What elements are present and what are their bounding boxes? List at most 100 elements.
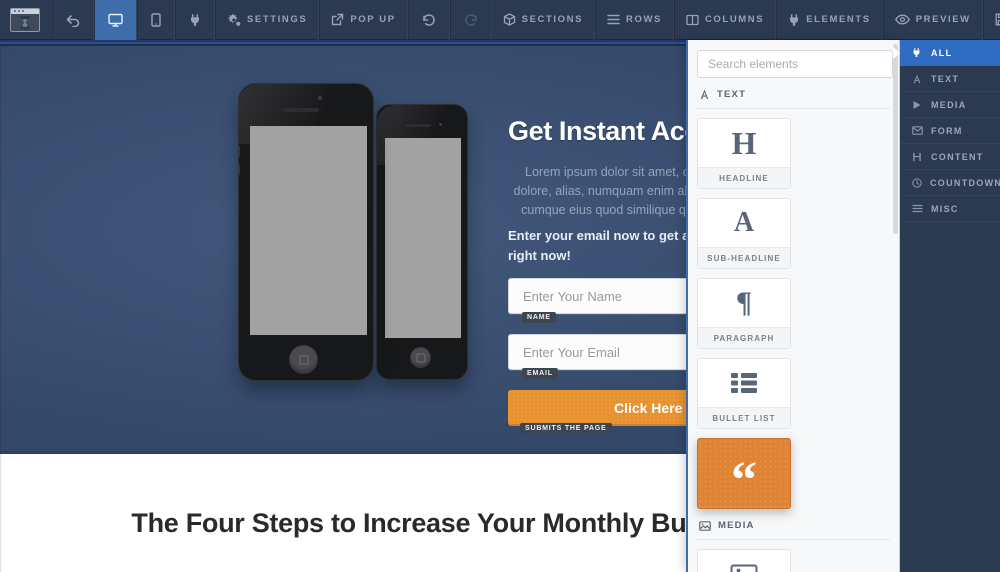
sidebar-item-label: MEDIA <box>931 99 967 110</box>
phone-mockup-back <box>376 104 468 380</box>
sidebar-item-all[interactable]: ALL <box>900 40 1000 66</box>
sidebar-item-label: ALL <box>931 47 953 58</box>
search-input[interactable] <box>697 50 893 78</box>
toolbar-right-group: SECTIONS ROWS COLUMNS ELEMENTS PREVIEW <box>492 0 1000 40</box>
phone-speaker <box>283 108 319 112</box>
sidebar-item-text[interactable]: TEXT <box>900 66 1000 92</box>
save-button[interactable]: SAVE <box>982 0 1000 40</box>
envelope-icon <box>912 126 923 135</box>
sections-label: SECTIONS <box>521 14 584 25</box>
columns-label: COLUMNS <box>704 14 765 25</box>
group-header-text: TEXT <box>697 78 890 109</box>
bullet-list-icon <box>698 359 790 407</box>
letter-a-icon <box>699 89 710 100</box>
element-tile-paragraph[interactable]: ¶ PARAGRAPH <box>697 278 791 349</box>
redo-icon <box>464 13 478 27</box>
desktop-view-button[interactable] <box>94 0 137 40</box>
plug-icon <box>912 47 923 58</box>
sidebar-item-content[interactable]: CONTENT <box>900 144 1000 170</box>
sidebar-item-label: FORM <box>931 125 963 136</box>
tile-label: SUB-HEADLINE <box>698 247 790 268</box>
floppy-icon <box>995 13 1000 26</box>
plug-icon <box>788 13 800 27</box>
phone-home-button <box>410 347 431 368</box>
elements-panel: TEXT H HEADLINE A SUB-HEADLINE ¶ PARAGRA… <box>686 40 900 572</box>
tile-grid-media: IMAGE IMAGE POPUP VIDEO <box>697 549 890 572</box>
phone-home-button <box>289 345 318 374</box>
sections-button[interactable]: SECTIONS <box>492 0 596 40</box>
external-link-icon <box>331 13 344 26</box>
element-tile-sub-headline[interactable]: A SUB-HEADLINE <box>697 198 791 269</box>
element-tile-image[interactable]: IMAGE <box>697 549 791 572</box>
element-tile-quote[interactable]: “ QUOTE <box>697 438 791 509</box>
element-tile-headline[interactable]: H HEADLINE <box>697 118 791 189</box>
phone-mockup-group <box>228 80 468 400</box>
image-icon <box>698 550 790 572</box>
name-field-badge: NAME <box>522 312 556 323</box>
sidebar-item-countdown[interactable]: COUNTDOWN <box>900 170 1000 196</box>
sidebar-item-label: MISC <box>931 203 959 214</box>
phone-speaker <box>405 124 431 127</box>
desktop-icon <box>108 13 123 27</box>
popup-label: POP UP <box>350 14 396 25</box>
tile-label: QUOTE <box>698 507 790 508</box>
popup-button[interactable]: POP UP <box>319 0 408 40</box>
columns-icon <box>686 14 699 26</box>
elements-plug-button[interactable] <box>175 0 215 40</box>
play-triangle-icon <box>912 100 923 110</box>
gears-icon <box>227 13 241 27</box>
sidebar-item-label: TEXT <box>931 73 960 84</box>
rows-button[interactable]: ROWS <box>595 0 674 40</box>
hamburger-icon <box>912 204 923 213</box>
page-builder-app: SETTINGS POP UP SECTIONS ROWS COLUMNS EL… <box>0 0 1000 572</box>
sidebar-item-misc[interactable]: MISC <box>900 196 1000 222</box>
phone-camera <box>439 123 442 126</box>
undo-arrow-icon <box>66 13 80 27</box>
pilcrow-icon: ¶ <box>735 286 753 319</box>
undo-arrow-button[interactable] <box>52 0 94 40</box>
sidebar-item-label: CONTENT <box>931 151 984 162</box>
tile-grid-text: H HEADLINE A SUB-HEADLINE ¶ PARAGRAPH BU… <box>697 118 890 509</box>
sidebar-item-form[interactable]: FORM <box>900 118 1000 144</box>
cta-badge: SUBMITS THE PAGE <box>520 423 612 434</box>
tile-label: HEADLINE <box>698 167 790 188</box>
headline-h-icon: H <box>731 125 757 161</box>
mobile-view-button[interactable] <box>137 0 175 40</box>
elements-button[interactable]: ELEMENTS <box>776 0 883 40</box>
group-label-media: MEDIA <box>718 520 755 531</box>
plug-icon <box>189 13 201 27</box>
subheadline-a-icon: A <box>733 207 755 238</box>
toolbar-left-group: SETTINGS POP UP <box>0 0 492 40</box>
columns-button[interactable]: COLUMNS <box>673 0 777 40</box>
preview-button[interactable]: PREVIEW <box>882 0 983 40</box>
rows-icon <box>607 14 620 25</box>
redo-button[interactable] <box>449 0 492 40</box>
email-field-badge: EMAIL <box>522 368 558 379</box>
revert-button[interactable] <box>407 0 450 40</box>
cube-icon <box>503 13 516 26</box>
phone-screen-placeholder <box>385 138 461 338</box>
quote-marks-icon: “ <box>731 452 757 509</box>
phone-camera <box>318 96 322 100</box>
phone-volume-down <box>238 164 240 175</box>
element-category-nav: ALL TEXT MEDIA FORM CONTENT COUNTDOWN MI… <box>900 40 1000 572</box>
app-logo[interactable] <box>10 7 40 32</box>
revert-icon <box>422 13 436 27</box>
element-tile-bullet-list[interactable]: BULLET LIST <box>697 358 791 429</box>
top-toolbar: SETTINGS POP UP SECTIONS ROWS COLUMNS EL… <box>0 0 1000 40</box>
letter-h-icon <box>912 152 923 162</box>
settings-label: SETTINGS <box>247 14 308 25</box>
sidebar-item-label: COUNTDOWN <box>930 177 1000 188</box>
rows-label: ROWS <box>626 14 662 25</box>
elements-panel-inner: TEXT H HEADLINE A SUB-HEADLINE ¶ PARAGRA… <box>688 40 899 572</box>
preview-label: PREVIEW <box>915 14 971 25</box>
panel-scrollbar[interactable] <box>893 44 898 234</box>
sidebar-item-media[interactable]: MEDIA <box>900 92 1000 118</box>
phone-volume-up <box>238 146 240 157</box>
clock-icon <box>912 177 922 188</box>
eye-icon <box>894 14 910 25</box>
picture-icon <box>699 520 711 531</box>
elements-label: ELEMENTS <box>806 14 871 25</box>
settings-button[interactable]: SETTINGS <box>215 0 320 40</box>
phone-screen-placeholder <box>250 126 367 335</box>
